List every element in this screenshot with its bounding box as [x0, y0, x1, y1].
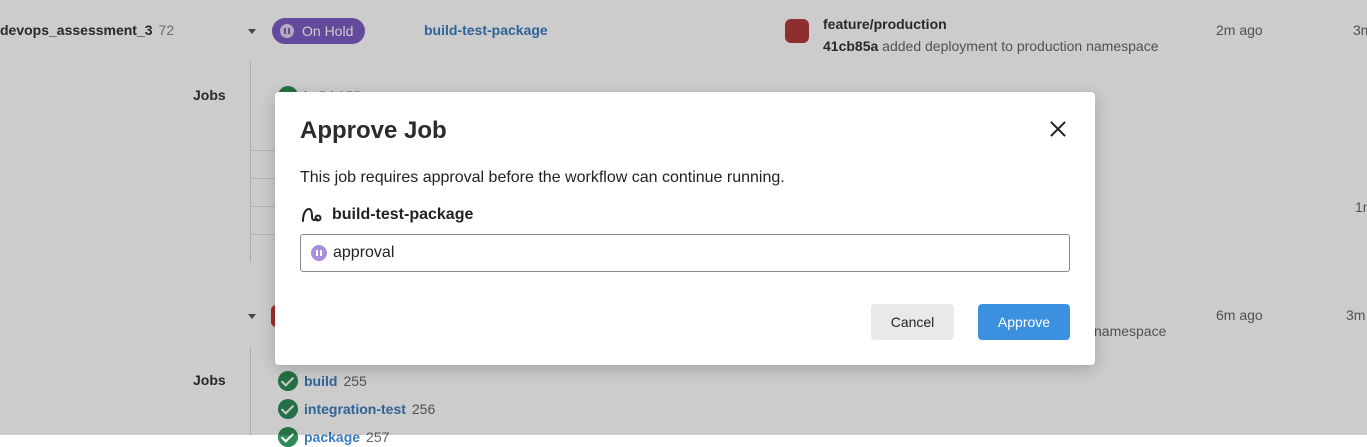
cancel-button[interactable]: Cancel: [871, 304, 954, 340]
workflow-label: build-test-package: [300, 205, 473, 225]
workflow-icon: [302, 207, 322, 222]
approve-job-dialog: Approve Job This job requires approval b…: [275, 92, 1095, 365]
dialog-title: Approve Job: [300, 117, 447, 144]
approve-button[interactable]: Approve: [978, 304, 1070, 340]
close-icon[interactable]: [1047, 118, 1069, 140]
job-name: approval: [333, 244, 395, 261]
workflow-name: build-test-package: [332, 206, 474, 223]
pause-icon: [311, 245, 327, 261]
dialog-description: This job requires approval before the wo…: [300, 169, 785, 186]
job-field: approval: [300, 234, 1070, 272]
